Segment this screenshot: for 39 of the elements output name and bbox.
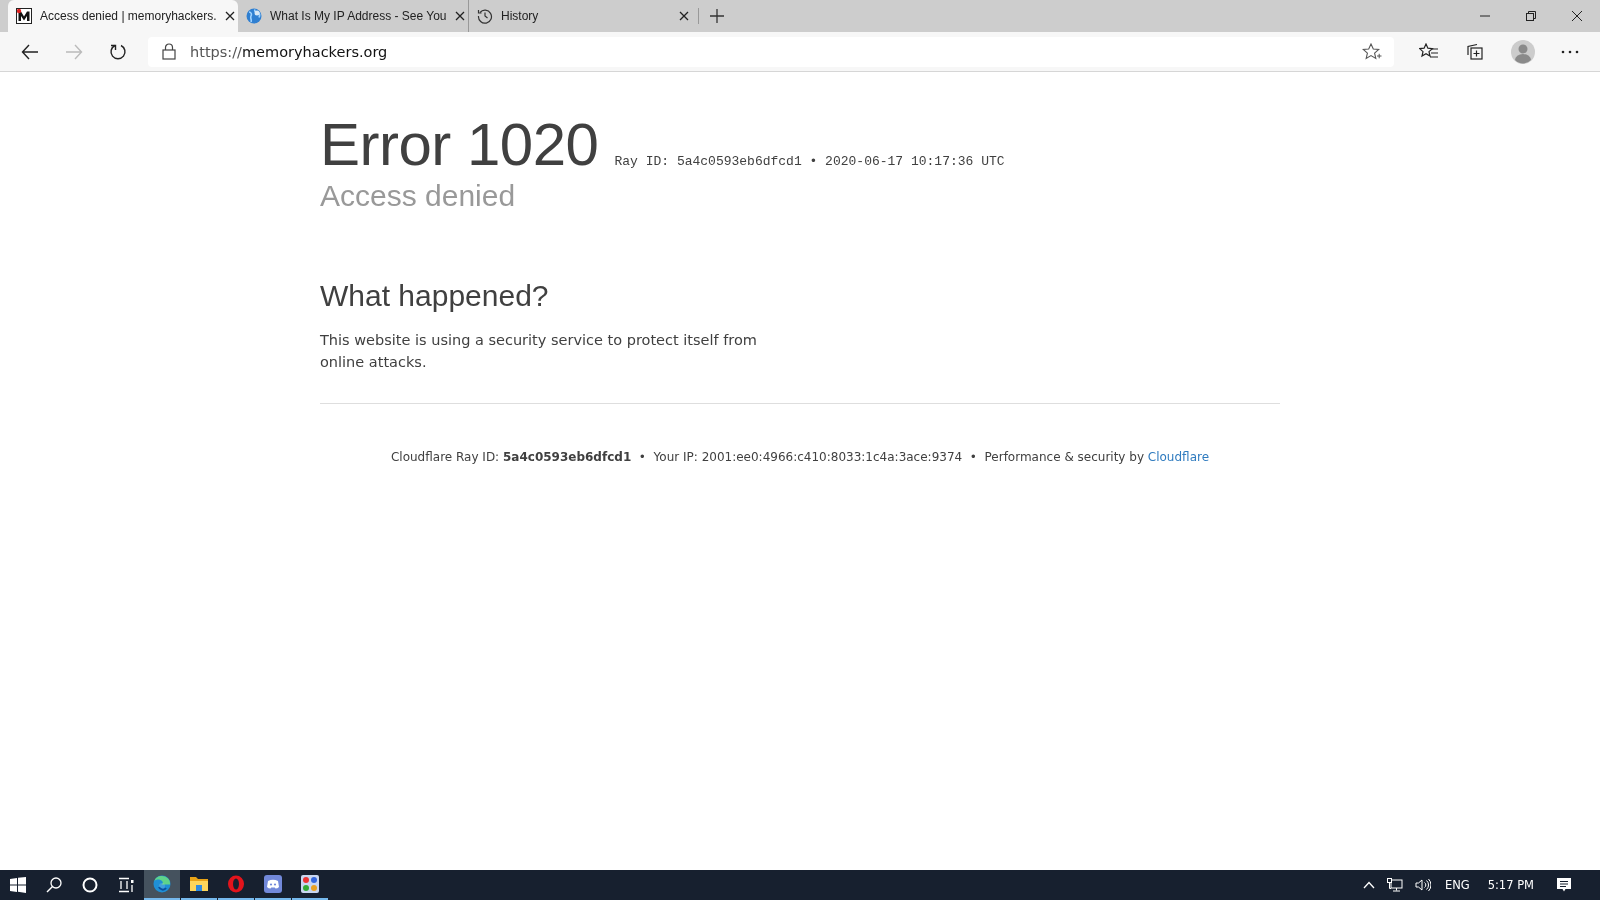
new-tab-icon[interactable] <box>709 8 725 24</box>
chevron-up-icon[interactable] <box>1362 881 1375 889</box>
close-icon[interactable] <box>679 11 689 21</box>
globe-icon <box>246 8 262 24</box>
task-view-icon[interactable] <box>118 877 134 893</box>
star-add-icon[interactable] <box>1362 42 1382 61</box>
address-bar[interactable]: https://memoryhackers.org <box>148 36 1394 67</box>
section-heading: What happened? <box>320 279 550 313</box>
section-text: This website is using a security service to protect itself from online attacks. <box>320 331 758 372</box>
close-icon[interactable] <box>224 11 235 21</box>
search-icon[interactable] <box>46 877 62 893</box>
browser-app-icon[interactable] <box>144 870 180 900</box>
collections-icon[interactable] <box>1465 42 1485 61</box>
cloudflare-link[interactable]: Cloudflare <box>1147 450 1210 464</box>
network-icon[interactable] <box>1386 878 1403 892</box>
close-icon[interactable] <box>454 11 465 21</box>
error-title: Error 1020 <box>320 110 599 179</box>
history-icon <box>477 8 493 24</box>
profile-icon[interactable] <box>1511 39 1535 64</box>
back-icon[interactable] <box>21 42 39 61</box>
error-subtitle: Access denied <box>320 179 517 213</box>
start-icon[interactable] <box>10 877 26 893</box>
language-indicator[interactable]: ENG <box>1444 878 1470 892</box>
restore-icon[interactable] <box>1525 10 1537 22</box>
browser-tab[interactable]: What Is My IP Address - See You <box>238 0 468 32</box>
favorites-icon[interactable] <box>1419 42 1439 61</box>
circle-icon[interactable] <box>82 877 98 893</box>
close-icon[interactable] <box>1571 10 1583 22</box>
footer-text: Cloudflare Ray ID: 5a4c0593eb6dfcd1 • Your IP: 2001:ee0:4966:c410:8033:1c4a:3ace:9374 • Performance & security by Cloudflare <box>389 450 1211 464</box>
more-icon[interactable] <box>1561 49 1579 54</box>
ray-id-text: Ray ID: 5a4c0593eb6dfcd1 • 2020-06-17 10:17:36 UTC <box>614 154 1005 169</box>
browser-tab[interactable]: Access denied | memoryhackers. <box>8 0 238 32</box>
site-logo-icon <box>16 8 32 24</box>
url-text: https://memoryhackers.org <box>190 43 388 60</box>
speaker-icon[interactable] <box>1414 878 1431 892</box>
notification-icon[interactable] <box>1556 877 1572 893</box>
refresh-icon[interactable] <box>109 42 127 61</box>
clock[interactable]: 5:17 PM <box>1487 878 1534 892</box>
lock-icon <box>162 43 176 60</box>
